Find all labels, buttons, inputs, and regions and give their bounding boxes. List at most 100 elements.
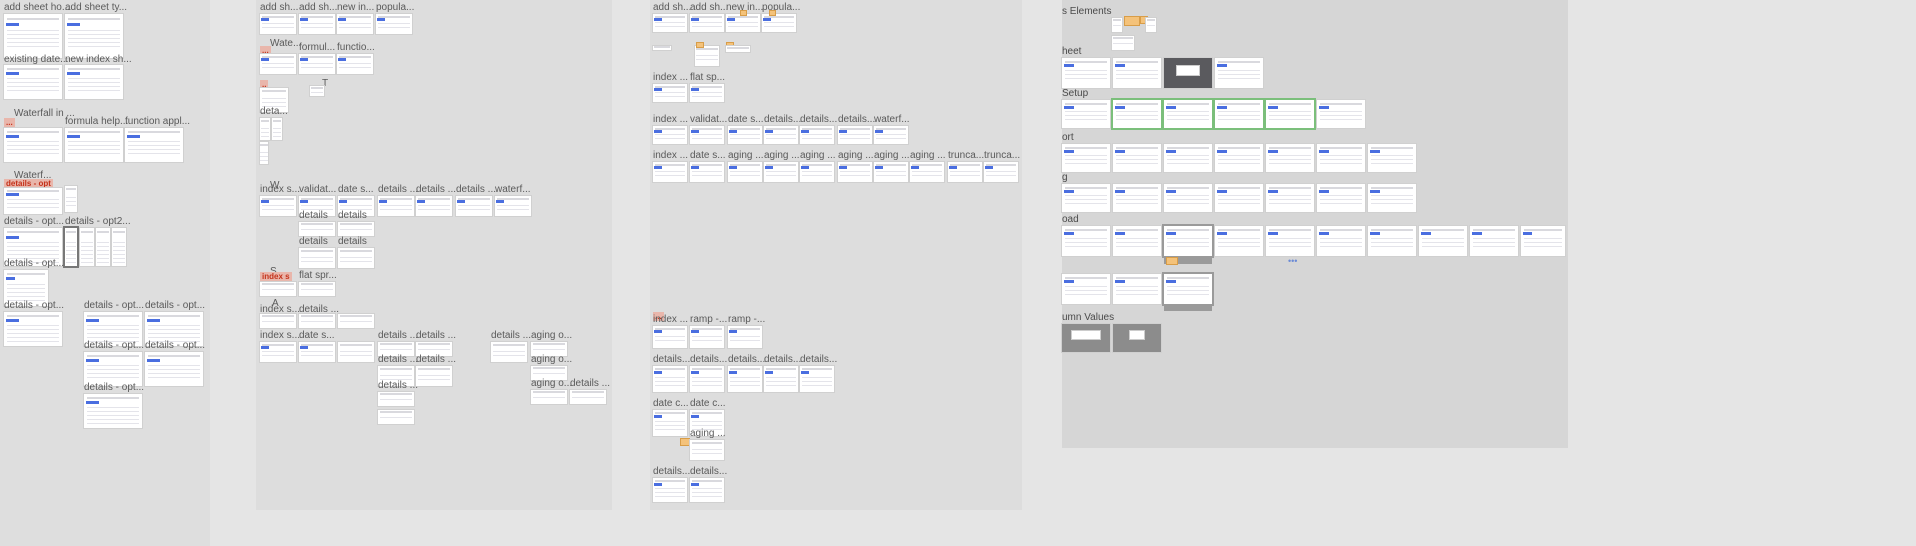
frame-thumbnail[interactable]	[338, 314, 374, 328]
frame-thumbnail[interactable]	[653, 46, 671, 50]
frame-thumbnail[interactable]	[260, 314, 296, 328]
frame-thumbnail[interactable]	[874, 126, 908, 144]
more-dots-icon[interactable]: •••	[1288, 256, 1297, 266]
frame-thumbnail[interactable]	[1215, 226, 1263, 256]
frame-thumbnail[interactable]	[1164, 274, 1212, 304]
frame-thumbnail[interactable]	[338, 342, 374, 362]
frame-thumbnail[interactable]	[65, 128, 123, 162]
frame-thumbnail[interactable]	[653, 14, 687, 32]
frame-thumbnail[interactable]	[728, 126, 762, 144]
frame-thumbnail[interactable]	[653, 326, 687, 348]
frame-thumbnail[interactable]	[84, 394, 142, 428]
frame-thumbnail[interactable]	[800, 162, 834, 182]
frame-thumbnail[interactable]	[378, 410, 414, 424]
frame-thumbnail[interactable]	[838, 126, 872, 144]
frame-thumbnail-selected[interactable]	[1113, 100, 1161, 128]
frame-thumbnail[interactable]	[1215, 184, 1263, 212]
frame-thumbnail[interactable]	[260, 142, 268, 164]
frame-thumbnail[interactable]	[65, 65, 123, 99]
frame-thumbnail[interactable]	[1317, 100, 1365, 128]
frame-thumbnail[interactable]	[1062, 144, 1110, 172]
frame-thumbnail[interactable]	[260, 282, 296, 296]
frame-thumbnail[interactable]	[800, 126, 834, 144]
frame-thumbnail[interactable]	[1062, 274, 1110, 304]
frame-thumbnail[interactable]	[653, 478, 687, 502]
frame-thumbnail-modal[interactable]	[1164, 58, 1212, 88]
frame-thumbnail[interactable]	[1317, 184, 1365, 212]
frame-thumbnail[interactable]	[653, 162, 687, 182]
frame-thumbnail[interactable]	[764, 126, 798, 144]
frame-thumbnail[interactable]	[299, 282, 335, 296]
frame-thumbnail[interactable]	[495, 196, 531, 216]
frame-thumbnail[interactable]	[1368, 226, 1416, 256]
figma-canvas[interactable]: add sheet ho... add sheet ty... existing…	[0, 0, 1916, 546]
frame-thumbnail[interactable]	[1062, 100, 1110, 128]
frame-thumbnail[interactable]	[337, 14, 373, 34]
frame-thumbnail[interactable]	[570, 390, 606, 404]
frame-thumbnail[interactable]	[299, 14, 335, 34]
frame-thumbnail[interactable]	[874, 162, 908, 182]
frame-thumbnail[interactable]	[378, 196, 414, 216]
frame-thumbnail[interactable]	[653, 410, 687, 436]
frame-thumbnail[interactable]	[1164, 184, 1212, 212]
frame-thumbnail[interactable]	[690, 84, 724, 102]
frame-thumbnail[interactable]	[838, 162, 872, 182]
frame-thumbnail[interactable]	[260, 14, 296, 34]
frame-thumbnail[interactable]	[1146, 18, 1156, 32]
frame-thumbnail[interactable]	[4, 128, 62, 162]
frame-thumbnail[interactable]	[4, 312, 62, 346]
frame-thumbnail[interactable]	[1215, 58, 1263, 88]
frame-thumbnail[interactable]	[96, 228, 110, 266]
sticky-note[interactable]	[769, 10, 776, 16]
frame-thumbnail[interactable]	[1215, 144, 1263, 172]
frame-thumbnail[interactable]	[1266, 226, 1314, 256]
frame-thumbnail[interactable]	[726, 14, 760, 32]
frame-thumbnail[interactable]	[272, 118, 282, 140]
frame-thumbnail[interactable]	[690, 162, 724, 182]
frame-thumbnail[interactable]	[80, 228, 94, 266]
frame-thumbnail[interactable]	[112, 228, 126, 266]
frame-thumbnail[interactable]	[260, 196, 296, 216]
frame-thumbnail[interactable]	[260, 54, 296, 74]
frame-thumbnail[interactable]	[299, 248, 335, 268]
frame-thumbnail[interactable]	[1266, 144, 1314, 172]
frame-thumbnail[interactable]	[145, 352, 203, 386]
frame-thumbnail[interactable]	[948, 162, 982, 182]
frame-thumbnail[interactable]	[1062, 58, 1110, 88]
frame-thumbnail[interactable]	[84, 352, 142, 386]
frame-thumbnail[interactable]	[1113, 226, 1161, 256]
frame-thumbnail[interactable]	[1113, 274, 1161, 304]
frame-thumbnail[interactable]	[378, 392, 414, 406]
frame-thumbnail[interactable]	[1521, 226, 1565, 256]
sticky-note[interactable]	[740, 10, 747, 16]
frame-thumbnail[interactable]	[1113, 144, 1161, 172]
frame-thumbnail[interactable]	[728, 326, 762, 348]
frame-thumbnail[interactable]	[690, 440, 724, 460]
frame-thumbnail[interactable]	[260, 118, 270, 140]
frame-thumbnail-dimmed[interactable]	[1062, 324, 1110, 352]
frame-thumbnail[interactable]	[4, 14, 62, 58]
frame-thumbnail[interactable]	[910, 162, 944, 182]
frame-thumbnail[interactable]	[1164, 144, 1212, 172]
frame-thumbnail-selected[interactable]	[1164, 100, 1212, 128]
frame-thumbnail[interactable]	[984, 162, 1018, 182]
frame-thumbnail[interactable]	[1419, 226, 1467, 256]
frame-thumbnail[interactable]	[531, 390, 567, 404]
frame-thumbnail[interactable]	[690, 366, 724, 392]
frame-thumbnail[interactable]	[726, 46, 750, 52]
frame-thumbnail[interactable]	[762, 14, 796, 32]
frame-thumbnail[interactable]	[800, 366, 834, 392]
frame-thumbnail[interactable]	[4, 65, 62, 99]
frame-thumbnail[interactable]	[690, 14, 724, 32]
frame-thumbnail[interactable]	[65, 186, 77, 212]
frame-thumbnail[interactable]	[690, 126, 724, 144]
frame-thumbnail-dimmed[interactable]	[1113, 324, 1161, 352]
frame-thumbnail[interactable]	[299, 222, 335, 236]
frame-thumbnail[interactable]	[1470, 226, 1518, 256]
frame-thumbnail[interactable]	[690, 478, 724, 502]
frame-thumbnail[interactable]	[491, 342, 527, 362]
sticky-note[interactable]	[680, 438, 690, 446]
frame-thumbnail[interactable]	[299, 54, 335, 74]
frame-thumbnail[interactable]	[1062, 184, 1110, 212]
sticky-note[interactable]	[1166, 257, 1178, 265]
